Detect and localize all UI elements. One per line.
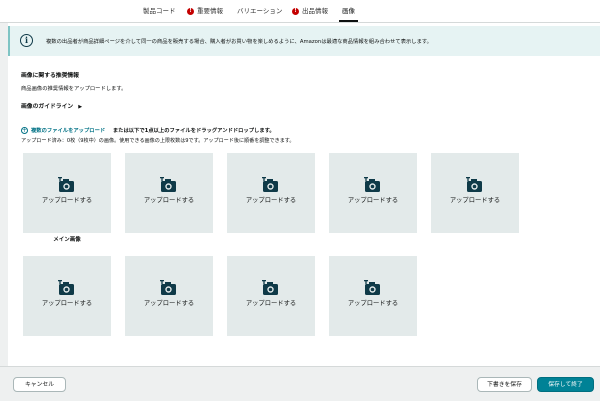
info-banner: i 複数の出品者が商品詳細ページを介して同一の商品を販売する場合、購入者がお買い… [8,26,600,56]
tab-variations[interactable]: バリエーション [237,0,282,22]
section-description: 商品画像の推奨情報をアップロードします。 [21,86,127,92]
footer-bar: キャンセル 下書きを保存 保存して終了 [0,366,600,401]
tab-label: 出品情報 [302,7,328,15]
upload-tile[interactable]: アップロードする [329,256,417,336]
tab-label: 製品コード [143,7,176,15]
error-icon: ! [187,7,194,15]
plus-circle-icon: + [21,127,28,134]
images-panel: i 複数の出品者が商品詳細ページを介して同一の商品を販売する場合、購入者がお買い… [8,23,600,366]
tab-important-info[interactable]: ! 重要情報 [187,0,223,22]
cancel-button[interactable]: キャンセル [13,377,66,392]
upload-label: アップロードする [245,197,297,204]
camera-add-icon [364,280,380,295]
main-image-label: メイン画像 [53,237,81,243]
info-icon: i [20,34,33,47]
caret-right-icon: ▶ [78,104,83,110]
camera-add-icon [58,177,74,192]
upload-label: アップロードする [449,197,501,204]
error-icon: ! [292,7,299,15]
tab-label: 画像 [342,7,355,15]
upload-tile[interactable]: アップロードする [227,153,315,233]
upload-tile-main[interactable]: アップロードする [23,153,111,233]
add-files-label: 複数のファイルをアップロード [31,128,106,134]
upload-tile[interactable]: アップロードする [125,256,213,336]
camera-add-icon [466,177,482,192]
upload-label: アップロードする [143,197,195,204]
camera-add-icon [364,177,380,192]
camera-add-icon [262,280,278,295]
tab-offer-info[interactable]: ! 出品情報 [292,0,328,22]
upload-tile[interactable]: アップロードする [431,153,519,233]
upload-tile[interactable]: アップロードする [125,153,213,233]
save-draft-button[interactable]: 下書きを保存 [477,377,532,392]
camera-add-icon [160,280,176,295]
camera-add-icon [58,280,74,295]
upload-label: アップロードする [41,300,93,307]
tab-product-code[interactable]: 製品コード [143,0,176,22]
tab-label: 重要情報 [197,7,223,15]
add-files-link[interactable]: + 複数のファイルをアップロード [21,127,106,134]
upload-instructions: + 複数のファイルをアップロード または以下で1点以上のファイルをドラッグアンドド… [21,126,275,134]
camera-add-icon [262,177,278,192]
tab-images[interactable]: 画像 [339,0,358,22]
save-and-finish-button[interactable]: 保存して終了 [537,377,594,392]
tab-label: バリエーション [237,7,283,15]
upload-tile[interactable]: アップロードする [23,256,111,336]
camera-add-icon [160,177,176,192]
guidelines-label: 画像のガイドライン [21,104,74,110]
image-guidelines-toggle[interactable]: 画像のガイドライン ▶ [21,101,82,110]
upload-label: アップロードする [245,300,297,307]
upload-tile[interactable]: アップロードする [329,153,417,233]
upload-label: アップロードする [41,197,93,204]
section-heading: 画像に関する推奨情報 [21,73,79,79]
tab-bar: 製品コード ! 重要情報 バリエーション ! 出品情報 画像 [0,0,600,23]
upload-label: アップロードする [143,300,195,307]
banner-text: 複数の出品者が商品詳細ページを介して同一の商品を販売する場合、購入者がお買い物を… [46,39,432,45]
upload-tile[interactable]: アップロードする [227,256,315,336]
upload-label: アップロードする [347,197,399,204]
drop-text: または以下で1点以上のファイルをドラッグアンドドロップします。 [112,128,275,134]
upload-status: アップロード済み：0枚（9枚中）の画像。使用できる画像の上限枚数は9です。アップ… [21,138,295,144]
upload-label: アップロードする [347,300,399,307]
